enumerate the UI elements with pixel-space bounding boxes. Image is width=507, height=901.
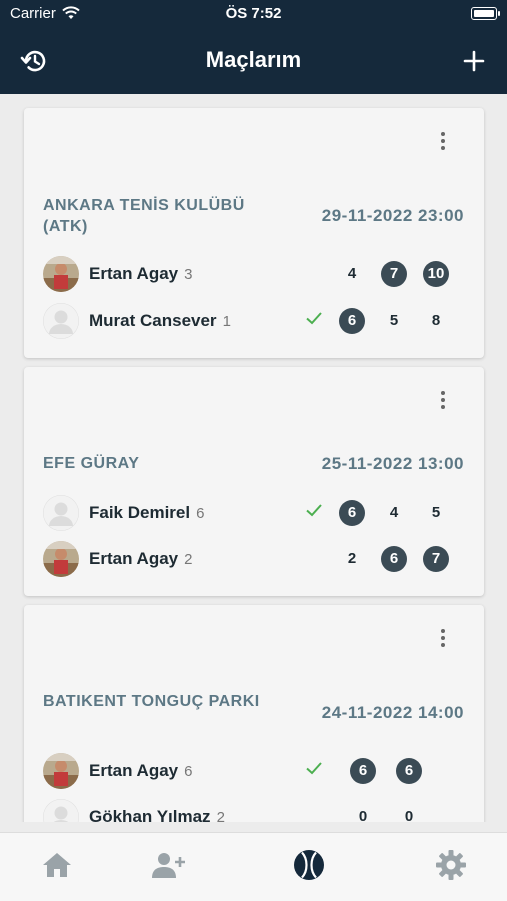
club-name: BATIKENT TONGUÇ PARKI: [43, 693, 260, 710]
player-avatar: [43, 541, 79, 577]
match-date: 29-11-2022 23:00: [321, 206, 464, 225]
match-card[interactable]: BATIKENT TONGUÇ PARKI 24-11-2022 14:00 E…: [24, 605, 484, 822]
player-avatar: [43, 256, 79, 292]
set-score: 7: [423, 546, 449, 572]
player-row: Murat Cansever 1 6 5 8: [43, 303, 466, 339]
set-score: 4: [347, 265, 357, 282]
player-rank: 6: [184, 763, 193, 780]
player-name: Gökhan Yılmaz 2: [89, 807, 225, 822]
set-score: 6: [396, 758, 422, 784]
set-score: 10: [423, 261, 449, 287]
set-score: 5: [431, 504, 441, 521]
set-score: 7: [381, 261, 407, 287]
matches-list[interactable]: ANKARA TENİS KULÜBÜ (ATK) 29-11-2022 23:…: [0, 94, 507, 822]
player-row: Ertan Agay 3 4 7 10: [43, 256, 466, 292]
set-score: 0: [404, 808, 414, 822]
player-avatar-placeholder: [43, 799, 79, 822]
match-card[interactable]: EFE GÜRAY 25-11-2022 13:00 Faik Demirel 6…: [24, 367, 484, 596]
set-score: 5: [389, 312, 399, 329]
battery-icon: [471, 7, 500, 20]
bottom-tab-bar: [0, 832, 507, 901]
player-row: Faik Demirel 6 6 4 5: [43, 495, 466, 531]
match-date: 24-11-2022 14:00: [321, 703, 464, 722]
club-name: EFE GÜRAY: [43, 455, 140, 472]
set-score: 4: [389, 504, 399, 521]
set-score: 6: [339, 308, 365, 334]
match-date: 25-11-2022 13:00: [321, 454, 464, 473]
player-avatar-placeholder: [43, 303, 79, 339]
winner-check-icon: [306, 312, 322, 325]
plus-icon[interactable]: [459, 46, 489, 76]
player-name: Faik Demirel 6: [89, 503, 205, 522]
set-score: 6: [350, 758, 376, 784]
club-name: ANKARA TENİS KULÜBÜ (ATK): [43, 197, 245, 235]
player-rank: 2: [184, 551, 193, 568]
player-rank: 2: [216, 809, 225, 822]
tennis-ball-icon[interactable]: [291, 847, 327, 883]
player-rank: 1: [222, 313, 231, 330]
player-avatar-placeholder: [43, 495, 79, 531]
clock: ÖS 7:52: [225, 5, 282, 22]
player-name: Ertan Agay 2: [89, 549, 193, 568]
set-score: 2: [347, 550, 357, 567]
gear-icon[interactable]: [433, 847, 469, 883]
more-options-icon[interactable]: [438, 629, 448, 653]
player-rank: 6: [196, 505, 205, 522]
player-name: Ertan Agay 3: [89, 264, 193, 283]
page-title: Maçlarım: [205, 47, 302, 72]
player-name: Ertan Agay 6: [89, 761, 193, 780]
more-options-icon[interactable]: [438, 132, 448, 156]
player-rank: 3: [184, 266, 193, 283]
player-row: Ertan Agay 2 2 6 7: [43, 541, 466, 577]
match-card[interactable]: ANKARA TENİS KULÜBÜ (ATK) 29-11-2022 23:…: [24, 108, 484, 358]
player-name: Murat Cansever 1: [89, 311, 231, 330]
player-avatar: [43, 753, 79, 789]
top-navigation-bar: Maçlarım: [0, 28, 507, 94]
set-score: 6: [339, 500, 365, 526]
winner-check-icon: [306, 504, 322, 517]
set-score: 8: [431, 312, 441, 329]
more-options-icon[interactable]: [438, 391, 448, 415]
winner-check-icon: [306, 762, 322, 775]
player-row: Gökhan Yılmaz 2 0 0: [43, 799, 466, 822]
set-score: 0: [358, 808, 368, 822]
status-bar: Carrier ÖS 7:52: [0, 0, 507, 28]
player-row: Ertan Agay 6 6 6: [43, 753, 466, 789]
home-icon[interactable]: [39, 847, 75, 883]
set-score: 6: [381, 546, 407, 572]
add-user-icon[interactable]: [150, 847, 186, 883]
